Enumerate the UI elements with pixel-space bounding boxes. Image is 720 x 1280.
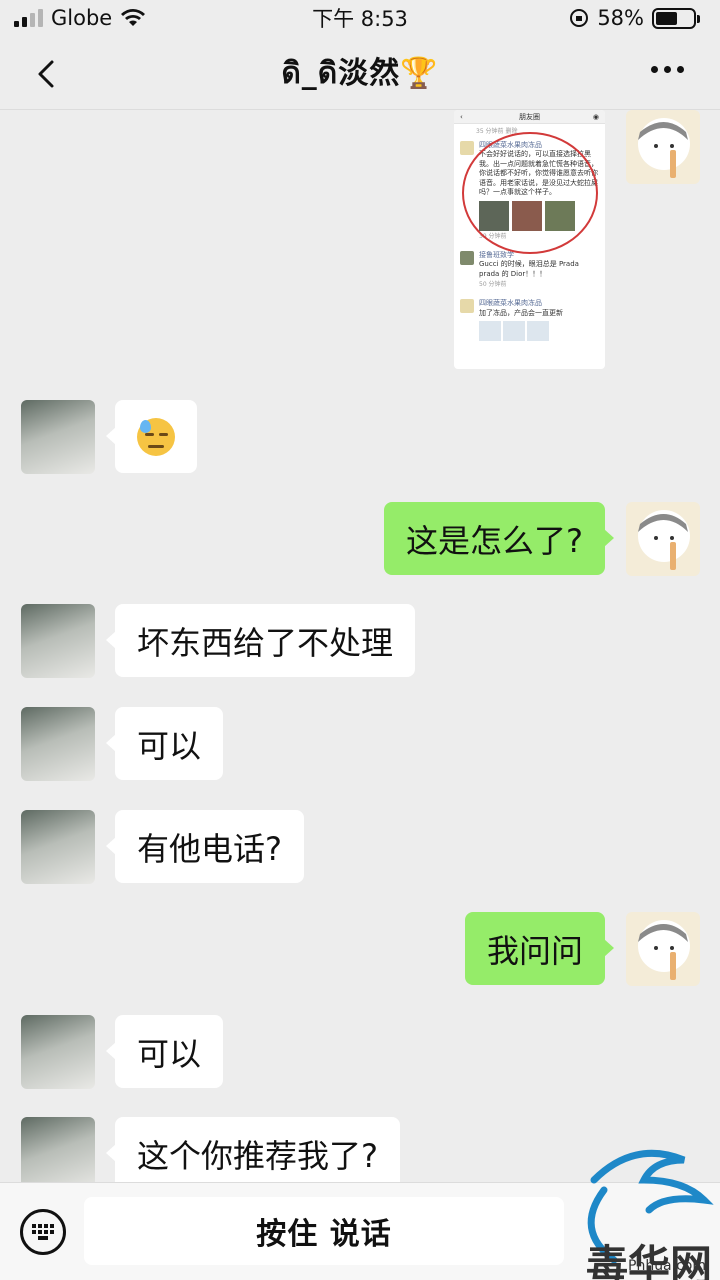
nav-bar: ดิ_ดิ淡然🏆 [0,36,720,110]
shot-post3-name: 四眼蔬菜水果肉冻品 [479,299,542,308]
back-button[interactable] [28,54,68,94]
battery-percent: 58% [597,6,644,30]
avatar-friend[interactable] [21,604,95,678]
message-bubble-left[interactable]: 可以 [105,707,224,780]
carrier-label: Globe [51,6,113,30]
status-bar: Globe 下午 8:53 58% [0,0,720,36]
status-right: 58% [569,6,700,30]
bear-avatar-icon [638,118,690,178]
shot-product-grid [479,321,599,341]
chevron-left-icon [38,60,54,88]
more-button[interactable] [651,66,684,73]
signal-icon [14,9,43,27]
battery-icon [652,7,700,29]
shot-avatar [460,299,474,314]
wifi-icon [121,9,146,26]
keyboard-toggle-button[interactable] [20,1209,66,1255]
shot-post2-time: 50 分钟前 [479,281,507,289]
avatar-friend[interactable] [21,1015,95,1089]
avatar-friend[interactable] [21,1117,95,1182]
chat-area[interactable]: ‹ 朋友圈 ◉ 35 分钟前 删除 四眼蔬菜水果肉冻品 不会好好说话的，可以直接… [0,110,720,1182]
avatar-friend[interactable] [21,707,95,781]
message-bubble-right[interactable]: 这是怎么了? [384,502,614,575]
bear-avatar-icon [638,510,690,570]
hold-to-talk-button[interactable]: 按住 说话 [84,1197,564,1265]
avatar-friend[interactable] [21,810,95,884]
message-bubble-left[interactable]: 坏东西给了不处理 [105,604,416,677]
shot-post3-text: 加了冻品，产品会一直更新 [479,308,563,317]
message-bubble-left[interactable]: 有他电话? [106,810,304,883]
shot-header: ‹ 朋友圈 ◉ [454,110,605,124]
bear-avatar-icon [638,920,690,980]
status-left: Globe [14,6,146,30]
avatar-self[interactable] [626,110,700,184]
message-bubble-left[interactable] [106,400,197,473]
shot-post2-text: Gucci 的时候，眼泪总是 Prada prada 的 Dior！！！ [479,260,579,278]
message-bubble-right[interactable]: 我问问 [464,912,615,985]
avatar-self[interactable] [626,502,700,576]
shot-post: 四眼蔬菜水果肉冻品 加了冻品，产品会一直更新 [454,295,605,345]
avatar-friend[interactable] [21,400,95,474]
shot-avatar [460,141,474,155]
red-circle-annotation [462,132,598,254]
keyboard-icon [32,1224,54,1240]
shared-screenshot-image[interactable]: ‹ 朋友圈 ◉ 35 分钟前 删除 四眼蔬菜水果肉冻品 不会好好说话的，可以直接… [454,110,605,369]
battery-fill [656,11,677,25]
shot-header-title: 朋友圈 [519,112,540,121]
message-bubble-left[interactable]: 这个你推荐我了? [106,1117,400,1182]
avatar-self[interactable] [626,912,700,986]
shot-avatar [460,250,474,265]
orientation-lock-icon [570,9,589,27]
input-bar: 按住 说话 [0,1182,720,1280]
chat-title[interactable]: ดิ_ดิ淡然🏆 [281,48,438,97]
sweat-emoji-icon [137,417,175,456]
more-dots-icon [651,66,658,73]
message-bubble-left[interactable]: 可以 [105,1015,224,1088]
